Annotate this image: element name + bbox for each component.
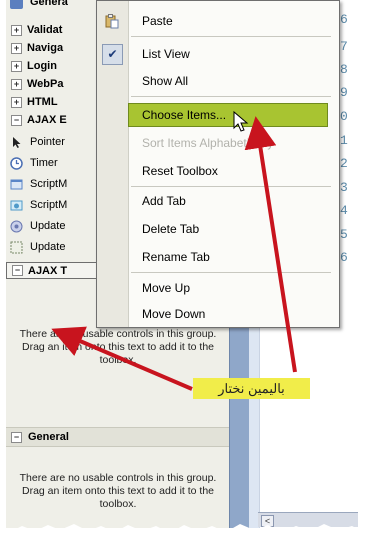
update-panel-icon (10, 241, 23, 254)
menu-item-sort-items[interactable]: Sort Items Alphabetically (97, 132, 339, 154)
checkmark-icon: ✔ (102, 44, 123, 65)
line-number: 2 (340, 156, 348, 171)
collapse-icon[interactable]: − (12, 265, 23, 276)
menu-item-move-up[interactable]: Move Up (97, 277, 339, 299)
toolbox-group-label: Naviga (27, 42, 64, 54)
context-menu: Paste ✔ List View Show All Choose Items.… (96, 0, 340, 328)
script-manager-icon (10, 178, 23, 191)
toolbox-group-label: WebPa (27, 78, 64, 90)
expand-icon[interactable]: + (11, 78, 22, 90)
toolbox-group-label: General (28, 431, 69, 443)
timer-icon (10, 156, 23, 170)
toolbox-partial-label: Genera (30, 0, 68, 8)
line-number: 0 (340, 109, 348, 124)
menu-item-label: Reset Toolbox (142, 164, 218, 178)
scroll-left-button[interactable]: < (261, 515, 274, 527)
toolbox-group-label: Validat (27, 24, 63, 36)
menu-item-list-view[interactable]: ✔ List View (97, 43, 339, 65)
script-manager-proxy-icon (10, 199, 23, 212)
menu-item-label: Delete Tab (142, 222, 200, 236)
menu-item-label: Move Down (142, 307, 206, 321)
expand-icon[interactable]: + (11, 60, 22, 72)
menu-separator (131, 186, 331, 187)
expand-icon[interactable]: + (11, 24, 22, 36)
menu-separator (131, 36, 331, 37)
toolbox-group-label: AJAX T (28, 264, 68, 277)
update-progress-icon (10, 220, 23, 233)
toolbox-group-label: Login (27, 60, 57, 72)
empty-group-message[interactable]: There are no usable controls in this gro… (18, 328, 218, 367)
line-number: 3 (340, 180, 348, 195)
toolbox-item-label: Timer (30, 157, 58, 169)
empty-group-message[interactable]: There are no usable controls in this gro… (18, 472, 218, 511)
horizontal-scrollbar[interactable]: < (258, 512, 358, 527)
menu-item-label: List View (142, 47, 190, 61)
paste-icon (104, 13, 120, 29)
expand-icon[interactable]: + (11, 42, 22, 54)
menu-item-choose-items[interactable]: Choose Items... (128, 103, 328, 127)
menu-item-reset-toolbox[interactable]: Reset Toolbox (97, 160, 339, 182)
line-number: 6 (340, 12, 348, 27)
line-number: 6 (340, 250, 348, 265)
menu-item-label: Paste (142, 14, 173, 28)
menu-item-add-tab[interactable]: Add Tab (97, 190, 339, 212)
menu-separator (131, 272, 331, 273)
line-number: 5 (340, 227, 348, 242)
toolbox-group-label: AJAX E (27, 114, 67, 126)
line-number: 8 (340, 62, 348, 77)
menu-item-label: Sort Items Alphabetically (142, 136, 274, 150)
menu-item-label: Rename Tab (142, 250, 210, 264)
menu-item-label: Move Up (142, 281, 191, 295)
menu-item-label: Show All (142, 74, 189, 88)
menu-separator (131, 96, 331, 97)
toolbox-item-icon (10, 0, 23, 9)
menu-item-paste[interactable]: Paste (97, 10, 339, 32)
toolbox-item-label: Pointer (30, 136, 65, 148)
toolbox-group-ajax-toolkit[interactable]: − AJAX T (6, 262, 98, 279)
menu-item-label: Add Tab (142, 194, 186, 208)
collapse-icon[interactable]: − (11, 431, 22, 443)
line-number: 9 (340, 85, 348, 100)
toolbox-item-label: Update (30, 241, 66, 253)
menu-item-delete-tab[interactable]: Delete Tab (97, 218, 339, 240)
screenshot-frame: Genera + Validat + Naviga + Login + WebP… (6, 0, 358, 528)
collapse-icon[interactable]: − (11, 114, 22, 126)
menu-item-label: Choose Items... (142, 108, 227, 122)
line-number: 1 (340, 133, 348, 148)
annotation-caption: باليمين نختار (193, 378, 310, 399)
menu-item-move-down[interactable]: Move Down (97, 303, 339, 325)
toolbox-group-label: HTML (27, 96, 58, 108)
toolbox-item-label: Update (30, 220, 66, 232)
line-number: 7 (340, 39, 348, 54)
menu-item-rename-tab[interactable]: Rename Tab (97, 246, 339, 268)
toolbox-group-general[interactable]: − General (6, 427, 229, 447)
line-number: 4 (340, 203, 348, 218)
toolbox-item-label: ScriptM (30, 178, 68, 190)
menu-item-show-all[interactable]: Show All (97, 70, 339, 92)
expand-icon[interactable]: + (11, 96, 22, 108)
toolbox-item-label: ScriptM (30, 199, 68, 211)
pointer-icon (10, 136, 23, 149)
